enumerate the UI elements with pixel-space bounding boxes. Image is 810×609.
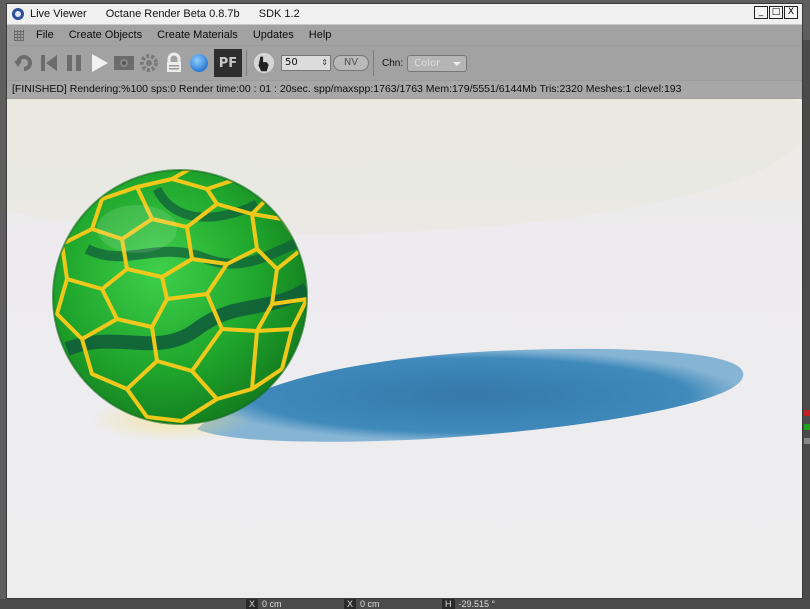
samples-spinbox[interactable]: 50	[281, 55, 331, 71]
lock-icon[interactable]	[163, 50, 185, 76]
menu-create-objects[interactable]: Create Objects	[69, 29, 142, 41]
camera-icon[interactable]	[113, 50, 135, 76]
close-button[interactable]: X	[784, 6, 798, 19]
menu-create-materials[interactable]: Create Materials	[157, 29, 238, 41]
background-markers	[804, 410, 810, 452]
nv-button[interactable]: NV	[333, 55, 369, 71]
grip-icon	[14, 29, 24, 41]
rotation-h[interactable]: H -29.515 °	[442, 599, 495, 609]
sdk-version: SDK 1.2	[258, 8, 300, 20]
x-key: X	[246, 599, 259, 609]
menu-help[interactable]: Help	[309, 29, 332, 41]
settings-icon[interactable]	[138, 50, 160, 76]
hand-pick-icon[interactable]	[253, 50, 275, 76]
play-icon[interactable]	[88, 50, 110, 76]
h-value: -29.515 °	[458, 599, 496, 609]
menu-bar: File Create Objects Create Materials Upd…	[7, 25, 802, 45]
maximize-button[interactable]: □	[769, 6, 783, 19]
menu-updates[interactable]: Updates	[253, 29, 294, 41]
coordinates-bar: X0 cm X0 cm H -29.515 °	[0, 599, 810, 609]
toolbar: PF 50 NV Chn: Color	[7, 46, 802, 80]
app-title: Live Viewer	[30, 8, 87, 20]
status-bar: [FINISHED] Rendering:%100 sps:0 Render t…	[7, 81, 802, 98]
x-value: 0 cm	[360, 599, 380, 609]
render-image	[7, 99, 802, 598]
sphere-icon[interactable]	[188, 50, 210, 76]
pause-icon[interactable]	[63, 50, 85, 76]
channel-select[interactable]: Color	[407, 54, 468, 72]
channel-label: Chn:	[382, 57, 404, 69]
render-viewport[interactable]	[7, 99, 802, 598]
x-key: X	[344, 599, 357, 609]
menu-file[interactable]: File	[36, 29, 54, 41]
background-panel	[802, 40, 810, 600]
x-value: 0 cm	[262, 599, 282, 609]
title-bar[interactable]: Live Viewer Octane Render Beta 0.8.7b SD…	[7, 4, 802, 25]
minimize-button[interactable]: _	[754, 6, 768, 19]
app-icon	[12, 8, 24, 20]
size-x[interactable]: X0 cm	[344, 599, 380, 609]
window-title: Live Viewer Octane Render Beta 0.8.7b SD…	[30, 8, 316, 20]
restart-render-icon[interactable]	[13, 50, 35, 76]
product-name: Octane Render Beta 0.8.7b	[105, 8, 240, 20]
toolbar-separator	[373, 50, 374, 76]
previous-icon[interactable]	[38, 50, 60, 76]
pf-label: PF	[218, 55, 238, 71]
h-key: H	[442, 599, 455, 609]
toolbar-separator	[246, 50, 247, 76]
live-viewer-window: Live Viewer Octane Render Beta 0.8.7b SD…	[6, 3, 803, 599]
position-x[interactable]: X0 cm	[246, 599, 282, 609]
window-controls: _ □ X	[754, 6, 798, 19]
pf-button[interactable]: PF	[214, 49, 242, 77]
